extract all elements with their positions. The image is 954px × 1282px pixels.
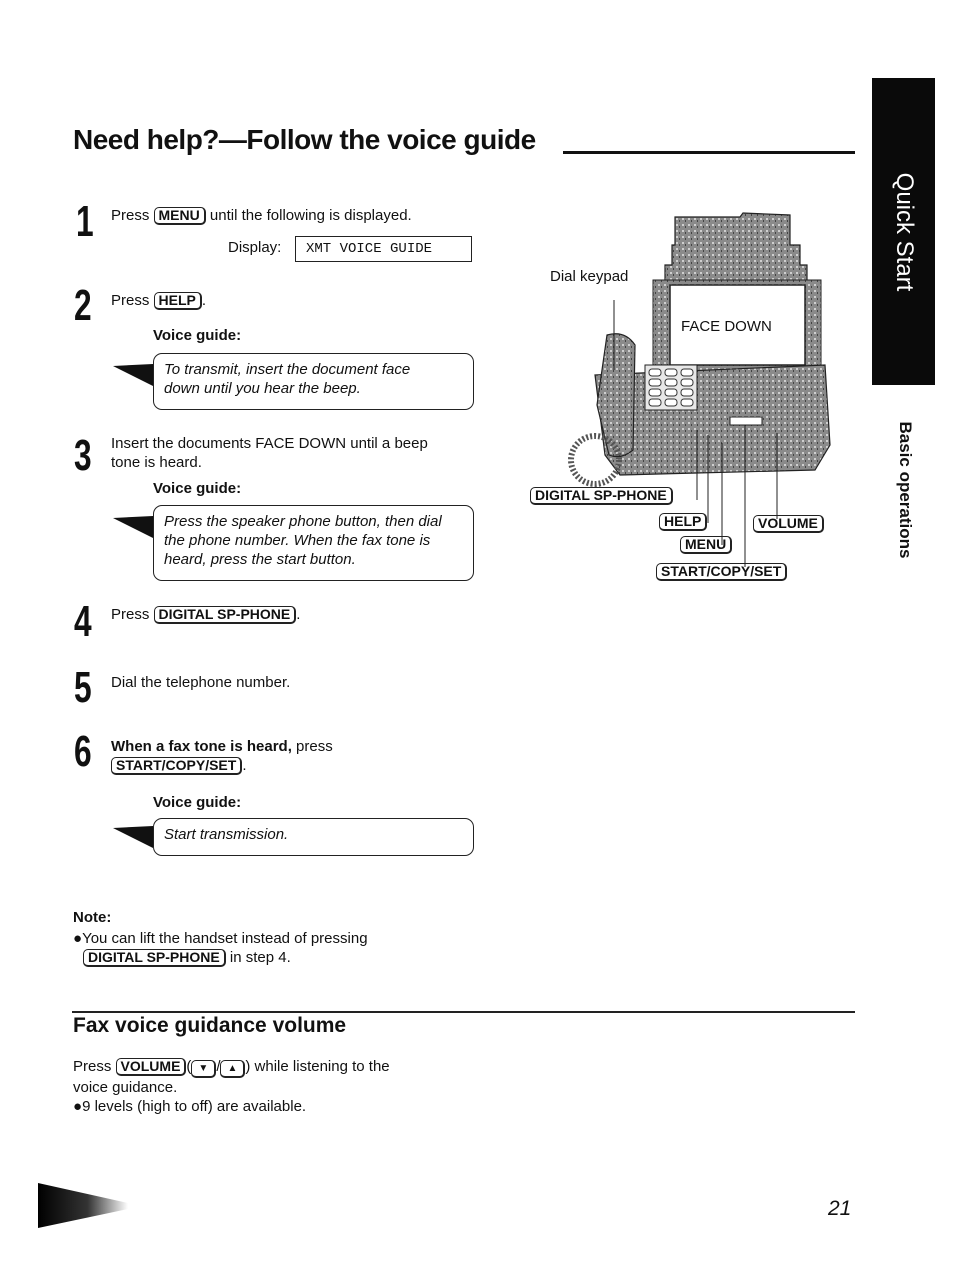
bullet-icon: ● xyxy=(73,1098,83,1115)
volume-line: voice guidance. xyxy=(73,1079,178,1096)
callout-help: HELP xyxy=(659,513,708,531)
step-number: 3 xyxy=(74,431,92,480)
voice-guide-label: Voice guide: xyxy=(153,327,242,344)
voice-guide-label: Voice guide: xyxy=(153,480,242,497)
voice-guide-line: To transmit, insert the document face xyxy=(164,361,411,378)
step-number: 2 xyxy=(74,281,92,330)
quick-start-tab-label: Quick Start xyxy=(890,172,918,291)
step-number: 6 xyxy=(74,727,92,776)
voice-guide-label: Voice guide: xyxy=(153,794,242,811)
volume-suffix: ) while listening to the xyxy=(245,1058,390,1075)
callout-volume: VOLUME xyxy=(753,515,824,533)
start-copy-set-key: START/COPY/SET xyxy=(111,757,243,775)
fax-machine-illustration: Dial keypad FACE DOWN DIGITAL SP-PHONE H… xyxy=(525,205,845,595)
volume-up-icon: ▲ xyxy=(220,1060,246,1078)
help-key: HELP xyxy=(153,292,202,310)
voice-guide-bubble: Press the speaker phone button, then dia… xyxy=(153,505,474,581)
volume-prefix: Press xyxy=(73,1058,112,1075)
section-title: Fax voice guidance volume xyxy=(73,1014,347,1037)
step-bold-prefix: When a fax tone is heard, xyxy=(111,738,292,755)
step-suffix: . xyxy=(201,292,207,309)
note-line: in step 4. xyxy=(229,949,291,966)
page-title: Need help?—Follow the voice guide xyxy=(73,124,536,155)
voice-guide-bubble: To transmit, insert the document face do… xyxy=(153,353,474,410)
step-prefix: Press xyxy=(111,207,150,224)
digital-sp-phone-key: DIGITAL SP-PHONE xyxy=(83,949,226,967)
bullet-icon: ● xyxy=(73,930,83,947)
volume-bullet: 9 levels (high to off) are available. xyxy=(82,1098,307,1115)
step-6-text: When a fax tone is heard, press START/CO… xyxy=(111,737,333,775)
note-label: Note: xyxy=(73,909,112,926)
page-corner-arrow-icon xyxy=(38,1183,128,1228)
voice-guide-line: Press the speaker phone button, then dia… xyxy=(164,513,442,530)
step-number: 4 xyxy=(74,597,92,646)
page-number: 21 xyxy=(828,1197,852,1220)
step-suffix: . xyxy=(242,757,247,774)
dial-keypad-label: Dial keypad xyxy=(550,268,629,285)
step-number: 5 xyxy=(74,663,92,712)
step-number: 1 xyxy=(76,197,94,246)
volume-down-icon: ▼ xyxy=(191,1060,217,1078)
display-label: Display: xyxy=(228,239,282,256)
step-line: Insert the documents FACE DOWN until a b… xyxy=(111,435,428,452)
face-down-label: FACE DOWN xyxy=(681,318,772,335)
voice-guide-line: down until you hear the beep. xyxy=(164,380,361,397)
voice-guide-line: the phone number. When the fax tone is xyxy=(164,532,431,549)
note-line: You can lift the handset instead of pres… xyxy=(82,930,368,947)
step-5-text: Dial the telephone number. xyxy=(111,674,291,691)
basic-operations-tab[interactable]: Basic operations xyxy=(895,422,915,559)
voice-guide-line: heard, press the start button. xyxy=(164,551,356,568)
step-prefix: Press xyxy=(111,292,150,309)
speech-pointer-icon xyxy=(113,826,153,848)
step-prefix: press xyxy=(296,738,333,755)
digital-sp-phone-key: DIGITAL SP-PHONE xyxy=(153,606,297,624)
speech-pointer-icon xyxy=(113,364,153,386)
step-3-text: Insert the documents FACE DOWN until a b… xyxy=(111,434,428,472)
section-divider xyxy=(72,1011,855,1013)
title-rule xyxy=(563,151,855,154)
step-1-text: Press MENU until the following is displa… xyxy=(111,206,412,225)
lcd-display: XMT VOICE GUIDE xyxy=(295,236,472,262)
step-2-text: Press HELP. xyxy=(111,291,206,310)
volume-key: VOLUME xyxy=(115,1058,187,1076)
step-suffix: . xyxy=(296,606,301,623)
step-prefix: Press xyxy=(111,606,150,623)
note-text: ●You can lift the handset instead of pre… xyxy=(73,929,368,967)
voice-guide-line: Start transmission. xyxy=(164,826,289,843)
callout-menu: MENU xyxy=(680,536,733,554)
voice-guide-bubble: Start transmission. xyxy=(153,818,474,856)
callout-start-copy-set: START/COPY/SET xyxy=(656,563,788,581)
step-suffix: until the following is displayed. xyxy=(209,207,412,224)
callout-digital-sp-phone: DIGITAL SP-PHONE xyxy=(530,487,673,505)
menu-key: MENU xyxy=(153,207,206,225)
volume-instructions: Press VOLUME(▼ / ▲) while listening to the… xyxy=(73,1057,390,1116)
quick-start-tab[interactable]: Quick Start xyxy=(872,78,935,385)
step-4-text: Press DIGITAL SP-PHONE. xyxy=(111,605,300,624)
step-line: tone is heard. xyxy=(111,454,202,471)
speech-pointer-icon xyxy=(113,516,153,538)
